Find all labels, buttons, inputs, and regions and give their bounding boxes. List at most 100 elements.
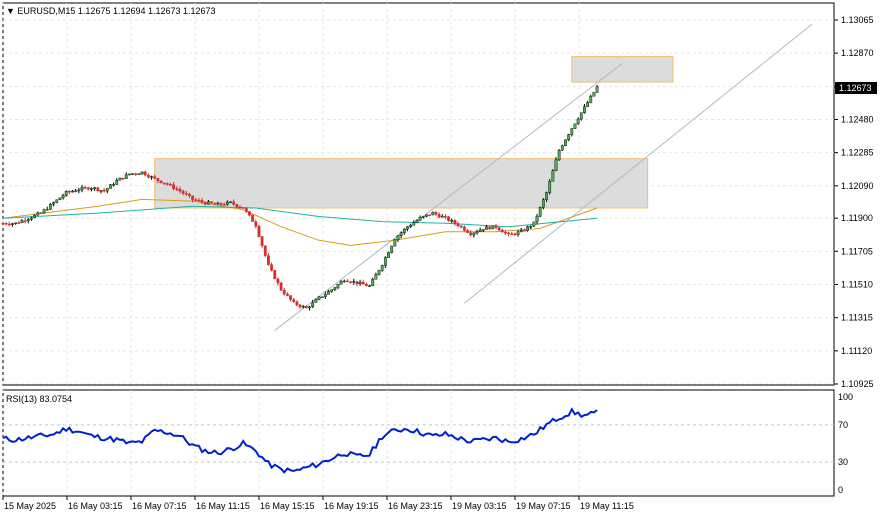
candle-body	[453, 220, 457, 224]
candle-body	[194, 199, 198, 201]
candle-body	[71, 190, 74, 193]
candle-body	[570, 128, 574, 135]
candle-body	[358, 281, 362, 285]
candle-body	[292, 299, 296, 302]
candle-body	[589, 95, 593, 103]
price-tick-label: 1.11120	[841, 346, 872, 356]
candle-body	[210, 201, 213, 204]
candle-body	[333, 287, 337, 290]
candle-body	[244, 208, 248, 212]
price-tick-label: 1.11315	[841, 313, 873, 323]
candle-body	[346, 280, 349, 283]
zone-rect-0	[571, 56, 674, 83]
candle-body	[165, 183, 169, 185]
candle-body	[330, 289, 334, 292]
candle-body	[42, 209, 46, 214]
rsi-header: RSI(13) 83.0754	[6, 394, 72, 404]
candle-body	[472, 232, 476, 236]
candle-body	[124, 174, 128, 179]
candle-body	[267, 255, 270, 265]
rsi-tick-label: 100	[838, 392, 853, 402]
candle-body	[387, 252, 390, 258]
candle-body	[415, 220, 419, 223]
candle-body	[17, 222, 21, 224]
candle-body	[361, 281, 365, 285]
candle-body	[383, 257, 387, 266]
candle-body	[213, 202, 217, 205]
candle-body	[140, 171, 144, 174]
candle-body	[279, 282, 283, 291]
candle-body	[485, 226, 488, 230]
candle-body	[273, 270, 277, 280]
candle-body	[592, 92, 596, 97]
time-axis: 15 May 2025 16 May 03:15 16 May 07:15 16 Ma…	[2, 496, 634, 511]
time-tick-label: 16 May 07:15	[132, 501, 187, 511]
candle-body	[447, 216, 450, 221]
candle-body	[365, 284, 368, 287]
price-tick-label: 1.12480	[841, 115, 874, 125]
candle-body	[538, 206, 542, 217]
candle-body	[298, 304, 302, 308]
candle-body	[545, 192, 548, 200]
candle-body	[121, 177, 125, 180]
candle-body	[323, 294, 327, 297]
candle-body	[58, 197, 62, 201]
candle-body	[412, 222, 416, 226]
candle-body	[67, 191, 71, 193]
candle-body	[23, 220, 27, 222]
time-tick-label: 19 May 03:15	[452, 501, 507, 511]
candle-body	[96, 187, 100, 191]
chart: 1.13065 1.12870 1.12480 1.12285 1.12090 1.119…	[1, 2, 877, 511]
candle-body	[450, 220, 454, 222]
candle-body	[478, 229, 482, 232]
candle-body	[263, 245, 267, 256]
candle-body	[535, 215, 539, 223]
candle-body	[456, 223, 460, 227]
candle-body	[532, 221, 536, 227]
candle-body	[352, 281, 356, 283]
candle-body	[551, 170, 555, 182]
candle-body	[529, 225, 533, 228]
candle-body	[248, 211, 251, 216]
candle-body	[206, 201, 210, 205]
candle-body	[93, 187, 97, 189]
time-tick-label: 16 May 11:15	[196, 501, 250, 511]
candle-body	[314, 299, 318, 303]
candle-body	[184, 193, 188, 195]
candle-body	[175, 188, 179, 190]
candle-body	[251, 215, 255, 222]
candle-body	[20, 220, 24, 223]
candle-body	[481, 229, 485, 231]
candle-body	[497, 227, 501, 231]
candle-body	[342, 280, 346, 283]
candle-body	[7, 223, 11, 226]
candle-body	[270, 264, 273, 271]
candle-body	[510, 233, 514, 235]
candle-body	[396, 235, 400, 240]
candle-body	[178, 189, 182, 192]
candle-body	[289, 295, 292, 300]
candle-body	[143, 171, 147, 176]
candle-body	[595, 86, 599, 93]
candle-body	[301, 306, 305, 308]
candle-body	[225, 201, 229, 205]
candle-body	[118, 177, 122, 181]
candle-body	[219, 202, 223, 205]
zone-rect-1	[154, 158, 649, 209]
candle-body	[241, 207, 245, 209]
candle-body	[109, 184, 112, 189]
candle-body	[276, 278, 280, 284]
candle-body	[576, 118, 580, 125]
candle-body	[216, 202, 220, 205]
candle-body	[11, 223, 14, 225]
candle-body	[393, 239, 397, 247]
candle-body	[406, 226, 409, 230]
symbol-header: ▼ EURUSD,M15 1.12675 1.12694 1.12673 1.1…	[6, 6, 216, 16]
candle-body	[513, 233, 517, 236]
candle-body	[557, 150, 561, 161]
price-tick-label: 1.13065	[841, 15, 874, 25]
candle-body	[523, 230, 526, 232]
candle-body	[172, 184, 176, 189]
rsi-tick-label: 0	[838, 485, 843, 495]
candle-body	[504, 231, 507, 234]
